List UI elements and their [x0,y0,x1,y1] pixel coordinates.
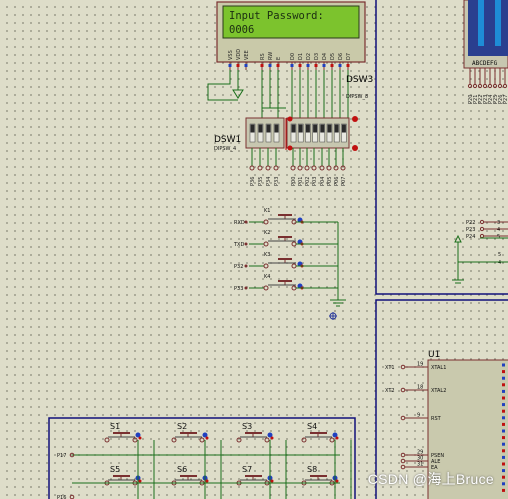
key-net-label: RXD [234,220,245,226]
dsw1-part: DIPSW_4 [214,146,236,152]
dsw3-net-label: P00 [291,177,297,186]
dsw3-net-label: P06 [334,177,340,186]
dsw1-component[interactable]: DSW1 DIPSW_4 [214,117,285,152]
lcd-pin-label: RS [260,53,266,60]
matrix-key-ref: S3 [242,422,252,431]
lcd-pin-label: D6 [338,53,344,60]
key-net-label: P32 [234,264,243,270]
seg-labels: ABCDEFG [472,60,498,67]
matrix-keypad[interactable]: S1 S2 S3 S4 S5 S6 S7 S8 P17 P16 [57,422,352,499]
dsw3-net-label: P05 [327,177,333,186]
lcd-pin-label: D1 [298,53,304,60]
seven-segment-display[interactable]: ABCDEFG P20 P21 P22 P23 P24 P25 P26 P27 [463,0,508,104]
key-net-label: TXD [233,242,244,248]
mcu-net-label: XT2 [385,388,395,394]
key-switch-group[interactable]: RXD K1 TXD K2 P32 K3 P33 K4 [233,208,338,292]
lcd-pin-label: D3 [314,53,320,60]
dsw3-net-label: P03 [312,177,318,186]
svg-text:4: 4 [498,260,501,266]
matrix-key-ref: S6 [177,465,187,474]
key-ref: K3 [264,252,270,258]
dsw3-name: DSW3 [346,75,373,85]
mcu-net-label: XT1 [385,365,395,371]
seg-pin-label: P27 [503,95,508,104]
key-net-label: P33 [234,286,243,292]
dsw1-net-label: P34 [266,177,272,186]
key-switch[interactable]: P33 K4 [234,274,338,292]
mcu-pin-name: RST [431,416,442,422]
dsw1-net-label: P36 [250,177,256,186]
mcu-ref: U1 [428,350,440,360]
matrix-key[interactable]: S4 [301,422,339,443]
matrix-key[interactable]: S7 [236,465,274,486]
dsw1-net-label: P35 [258,177,264,186]
power-arrow [454,234,462,243]
matrix-key[interactable]: S1 [104,422,142,443]
right-pin-num: 5 [497,234,500,240]
right-net-label: P22 [466,220,475,226]
matrix-net-label: P17 [57,453,66,459]
ground-symbol [207,70,244,101]
right-pin-num: 4 [497,227,500,233]
schematic: Input Password: 0006 VSS VDD VEE RS RW E D0 D1 D… [48,0,508,499]
lcd-pin-label: D7 [346,53,352,60]
lcd-line2: 0006 [229,24,254,36]
lcd-pin-label: RW [268,52,274,60]
key-switch[interactable]: P32 K3 [234,252,338,270]
dsw1-net-label: P33 [274,177,280,186]
matrix-key[interactable]: S5 [104,465,142,486]
probe-dot [352,145,358,151]
mcu-pin-name: XTAL2 [431,388,446,394]
mcu-pin-num: 19 [417,362,423,368]
right-net-label: P24 [466,234,475,240]
lcd-pin-label: VDD [236,49,242,60]
lcd-pin-label: D2 [306,53,312,60]
matrix-key-ref: S4 [307,422,317,431]
matrix-key-ref: S2 [177,422,187,431]
lcd-module[interactable]: Input Password: 0006 VSS VDD VEE RS RW E D0 D1 D… [216,1,366,63]
dsw3-net-label: P02 [305,177,311,186]
lcd-pin-stubs [228,62,350,118]
matrix-key-ref: S7 [242,465,252,474]
mcu-pin-num: 31 [417,462,423,468]
matrix-key-ref: S1 [110,422,120,431]
dsw3-part: DIPSW_8 [346,94,368,100]
mcu-pin-name: XTAL1 [431,365,446,371]
matrix-key-ref: S5 [110,465,120,474]
lcd-pin-label: E [276,57,282,60]
key-ref: K1 [264,208,270,214]
matrix-key-ref: S8 [307,465,317,474]
right-pin-num: 3 [497,220,500,226]
lcd-pin-label: D4 [322,53,328,60]
matrix-key[interactable]: S6 [171,465,209,486]
key-switch[interactable]: RXD K1 [234,208,338,226]
probe-dot [352,116,358,122]
lcd-line1: Input Password: [229,10,324,22]
right-net-label: P23 [466,227,475,233]
matrix-key[interactable]: S3 [236,422,274,443]
dsw3-net-label: P04 [320,177,326,186]
mcu-pin-num: 9 [417,413,420,419]
svg-text:5: 5 [498,252,501,258]
dsw3-net-label: P07 [341,177,347,186]
right-net-labels: P22 3P23 4P24 554 [466,219,508,266]
dsw3-net-label: P01 [298,177,304,186]
key-switch[interactable]: TXD K2 [233,230,338,248]
crosshair-marker [329,312,337,320]
watermark: CSDN @海上Bruce [367,471,494,487]
matrix-key[interactable]: S8 [301,465,339,486]
dsw1-name: DSW1 [214,135,241,145]
matrix-net-label: P16 [57,495,66,499]
mcu-pin-num: 18 [417,385,423,391]
lcd-pin-label: D0 [290,53,296,60]
matrix-key[interactable]: S2 [171,422,209,443]
key-ref: K4 [264,274,270,280]
key-common-wire [330,222,346,307]
lcd-pin-label: VEE [244,50,250,60]
lcd-pin-label: D5 [330,53,336,60]
lcd-pin-label: VSS [228,50,234,60]
key-ref: K2 [264,230,270,236]
